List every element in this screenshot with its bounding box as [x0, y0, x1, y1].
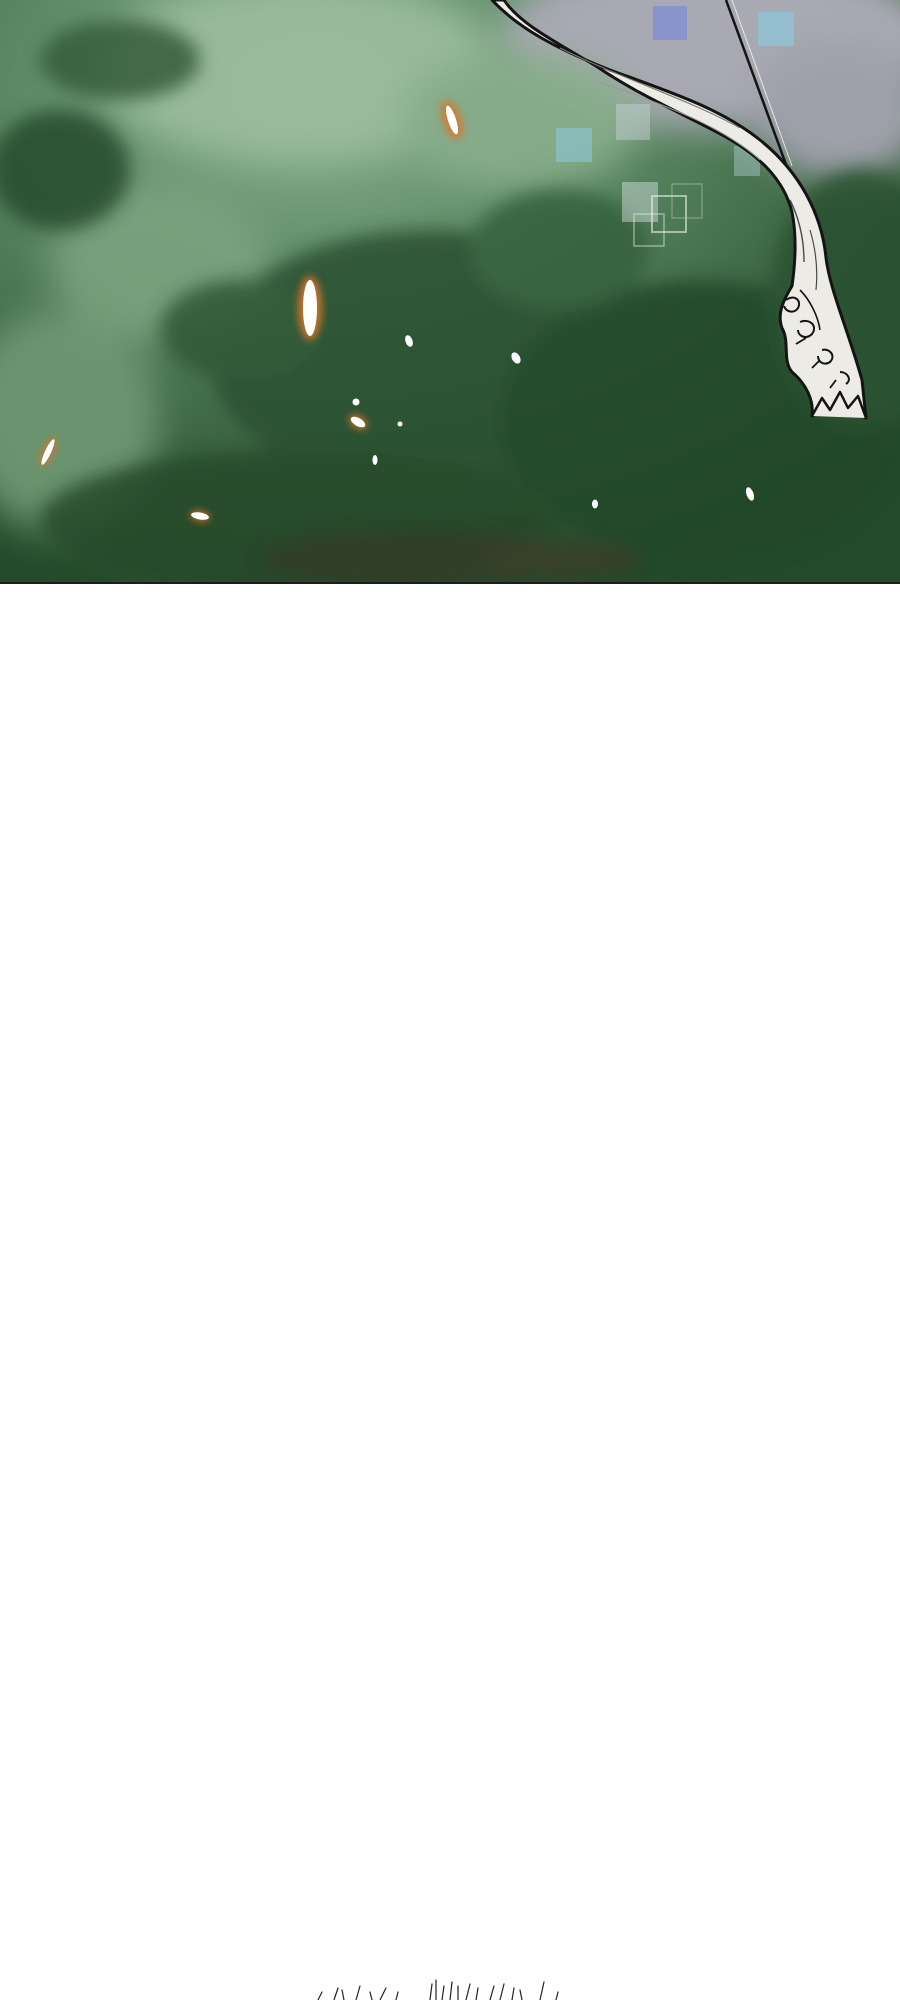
forest-scene-illustration — [0, 0, 900, 582]
grass-tips-illustration — [317, 1979, 559, 2000]
comic-panel-forest — [0, 0, 900, 584]
panel-gutter — [0, 584, 900, 1974]
comic-panel-grass-edge — [0, 1970, 900, 2000]
webtoon-page — [0, 0, 900, 2000]
